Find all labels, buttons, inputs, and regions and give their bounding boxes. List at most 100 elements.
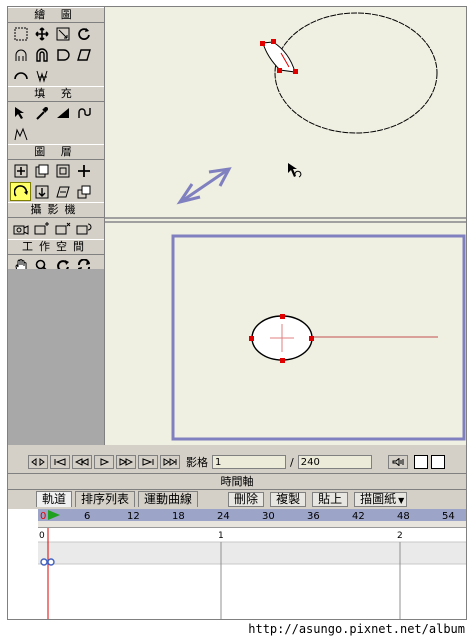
first-frame-icon[interactable] — [50, 455, 70, 469]
handle-point — [260, 41, 265, 46]
tab-tracks[interactable]: 軌道 — [36, 491, 73, 507]
camera-path-ellipse — [274, 12, 438, 134]
timeline-title: 時間軸 — [8, 473, 466, 490]
top-view-drawing — [176, 12, 438, 205]
tool-row — [8, 123, 104, 144]
eyedropper-icon[interactable] — [31, 103, 52, 122]
wedge-icon[interactable] — [52, 103, 73, 122]
second-tick-label: 0 — [39, 531, 45, 541]
next-frame-icon[interactable] — [138, 455, 158, 469]
rect-select-icon[interactable] — [10, 24, 31, 43]
layer-skew-icon[interactable] — [52, 182, 73, 201]
tool-row — [8, 23, 104, 44]
split-view-icon[interactable] — [430, 455, 445, 469]
cursor-icon — [288, 163, 297, 177]
tool-row — [8, 65, 104, 86]
object-outline — [262, 41, 296, 73]
ruler-tick-label: 18 — [172, 511, 185, 521]
timeline-tabs: 軌道 排序列表 運動曲線 刪除 複製 貼上 描圖紙 ▼ — [8, 490, 466, 507]
ruler-tick-label: 30 — [262, 511, 275, 521]
play-head-icon — [48, 510, 60, 520]
plus-icon[interactable] — [73, 161, 94, 180]
ruler-tick-label: 24 — [217, 511, 230, 521]
second-tick-label: 2 — [397, 531, 403, 541]
toolbox-empty-area — [8, 269, 104, 445]
frame-separator: / — [290, 455, 294, 469]
camera-move-icon[interactable] — [31, 219, 52, 238]
tool-row — [8, 44, 104, 65]
ruler-tick-label: 12 — [127, 511, 140, 521]
handle-point — [249, 336, 254, 341]
section-title-workspace: 工作空間 — [8, 239, 104, 255]
layer-stack-icon[interactable] — [73, 182, 94, 201]
warp-icon[interactable] — [31, 66, 52, 85]
watermark-url: http://asungo.pixnet.net/album — [248, 622, 465, 636]
handle-point — [271, 39, 276, 44]
layer-add-icon[interactable] — [10, 161, 31, 180]
app-window: 繪 圖 填 充 圖 層 攝影機 工作空間 影格 1 / 240 時間軸 軌道 排… — [7, 6, 467, 620]
arc-icon[interactable] — [10, 66, 31, 85]
fast-forward-icon[interactable] — [116, 455, 136, 469]
shape-icon[interactable] — [52, 45, 73, 64]
track-grid: 0 1 2 — [38, 528, 466, 619]
handle-point — [280, 358, 285, 363]
tool-row — [8, 218, 104, 239]
layer-copy-icon[interactable] — [31, 161, 52, 180]
magnet-icon[interactable] — [31, 45, 52, 64]
frame-ruler[interactable]: 0 6 12 18 24 30 36 42 48 54 — [38, 509, 466, 522]
tab-motion-curve[interactable]: 運動曲線 — [138, 491, 199, 507]
rotate-layer-icon[interactable] — [10, 182, 31, 201]
frame-label: 影格 — [186, 456, 208, 469]
total-frames-field[interactable]: 240 — [297, 455, 372, 469]
handle-point — [309, 336, 314, 341]
layer-group-icon[interactable] — [52, 161, 73, 180]
ruler-tick-label: 48 — [397, 511, 410, 521]
handle-point — [293, 69, 298, 74]
scale-icon[interactable] — [52, 24, 73, 43]
camera-direction-icon — [176, 167, 232, 205]
camera-zoom-icon[interactable] — [52, 219, 73, 238]
ruler-minor-ticks — [38, 521, 466, 528]
layer-down-icon[interactable] — [31, 182, 52, 201]
pick-icon[interactable] — [10, 103, 31, 122]
rewind-icon[interactable] — [72, 455, 92, 469]
tool-row — [8, 160, 104, 181]
track-area[interactable]: 0 1 2 — [8, 528, 466, 619]
onion-skin-dropdown[interactable]: 描圖紙 ▼ — [354, 492, 408, 507]
tab-sort-list[interactable]: 排序列表 — [75, 491, 136, 507]
ruler-tick-label: 0 — [40, 511, 46, 521]
handle-point — [277, 68, 282, 73]
playback-bar: 影格 1 / 240 — [8, 453, 466, 471]
section-title-layer: 圖 層 — [8, 144, 104, 160]
ruler-tick-label: 42 — [352, 511, 365, 521]
paste-button[interactable]: 貼上 — [312, 492, 349, 507]
handle-point — [280, 314, 285, 319]
sound-icon[interactable] — [387, 455, 408, 469]
single-view-icon[interactable] — [413, 455, 428, 469]
ruler-tick-label: 36 — [307, 511, 320, 521]
copy-button[interactable]: 複製 — [270, 492, 307, 507]
canvas-camera-view[interactable] — [105, 223, 466, 445]
play-icon[interactable] — [94, 455, 114, 469]
move-icon[interactable] — [31, 24, 52, 43]
curve-icon[interactable] — [73, 103, 94, 122]
section-title-fill: 填 充 — [8, 86, 104, 102]
canvas-top-view[interactable] — [105, 7, 466, 217]
camera-rotate-icon[interactable] — [73, 219, 94, 238]
last-frame-icon[interactable] — [160, 455, 180, 469]
rotate-icon[interactable] — [73, 24, 94, 43]
ruler-tick-label: 6 — [84, 511, 90, 521]
ruler-tick-label: 54 — [442, 511, 455, 521]
stroke-icon[interactable] — [10, 124, 31, 143]
brush-icon[interactable] — [10, 45, 31, 64]
toolbox: 繪 圖 填 充 圖 層 攝影機 工作空間 — [8, 7, 104, 273]
current-frame-field[interactable]: 1 — [212, 455, 286, 469]
section-title-draw: 繪 圖 — [8, 7, 104, 23]
camera-icon[interactable] — [10, 219, 31, 238]
ruler-ticks: 0 6 12 18 24 30 36 42 48 54 — [40, 510, 455, 522]
second-tick-label: 1 — [218, 531, 224, 541]
tool-row — [8, 102, 104, 123]
skew-icon[interactable] — [73, 45, 94, 64]
delete-button[interactable]: 刪除 — [228, 492, 265, 507]
loop-icon[interactable] — [28, 455, 48, 469]
